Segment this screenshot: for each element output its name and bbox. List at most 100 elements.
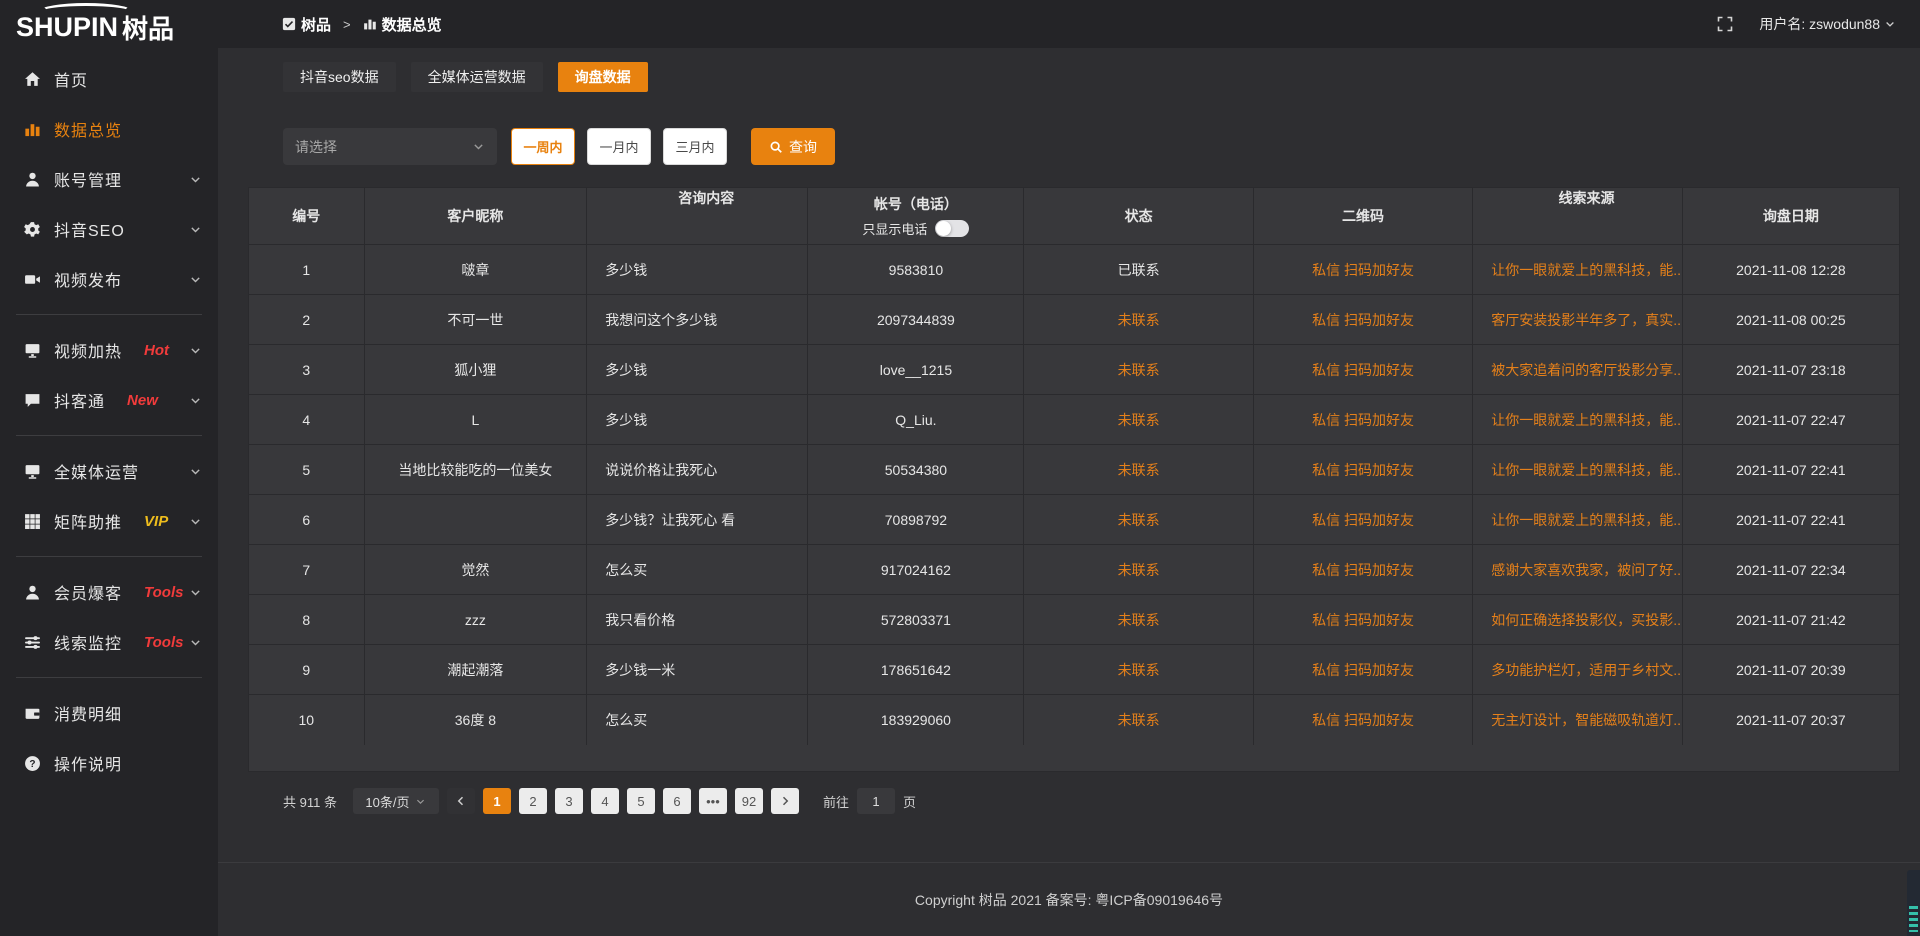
- account-value: 2097344839: [877, 312, 955, 328]
- lead-source-link[interactable]: 多功能护栏灯，适用于乡村文...: [1491, 660, 1683, 680]
- qrcode-action-links[interactable]: 私信 扫码加好友: [1312, 610, 1414, 630]
- account-value: 572803371: [881, 612, 951, 628]
- sidebar-item[interactable]: 账号管理: [0, 154, 218, 204]
- cell-qrcode: 私信 扫码加好友: [1254, 245, 1473, 294]
- sidebar-item[interactable]: 线索监控Tools: [0, 617, 218, 667]
- table-row: 1 啵章 多少钱 9583810 已联系 私信 扫码加好友 让你一眼就爱上的黑科…: [249, 245, 1899, 295]
- filter-select[interactable]: 请选择: [283, 128, 497, 165]
- sidebar-item[interactable]: 全媒体运营: [0, 446, 218, 496]
- lead-source-link[interactable]: 客厅安装投影半年多了，真实...: [1491, 310, 1683, 330]
- lead-source-link[interactable]: 让你一眼就爱上的黑科技，能...: [1491, 510, 1683, 530]
- lead-source-link[interactable]: 被大家追着问的客厅投影分享...: [1491, 360, 1683, 380]
- page-number-button[interactable]: 2: [519, 788, 547, 814]
- row-number: 1: [302, 262, 310, 278]
- page-number-button[interactable]: 3: [555, 788, 583, 814]
- customer-nickname: 36度 8: [455, 710, 496, 730]
- cell-date: 2021-11-07 23:18: [1683, 345, 1899, 394]
- sidebar-item[interactable]: 首页: [0, 54, 218, 104]
- tab-button[interactable]: 全媒体运营数据: [411, 62, 543, 92]
- page-number-buttons: 123456 ••• 92: [483, 788, 763, 814]
- phone-only-toggle[interactable]: [935, 220, 969, 237]
- sidebar-item-badge: VIP: [144, 513, 168, 530]
- cell-content: 多少钱: [587, 395, 808, 444]
- qrcode-action-links[interactable]: 私信 扫码加好友: [1312, 510, 1414, 530]
- date-range-button[interactable]: 一周内: [511, 128, 575, 165]
- customer-nickname: 觉然: [461, 560, 489, 580]
- page-number-button[interactable]: 1: [483, 788, 511, 814]
- breadcrumb-item-root[interactable]: 树品: [301, 14, 331, 35]
- inquiry-content: 多少钱: [605, 360, 647, 380]
- app-root: SHUPIN 树品 首页数据总览账号管理抖音SEO视频发布视频加热Hot抖客通N…: [0, 0, 1920, 936]
- floating-widget[interactable]: [1907, 870, 1920, 936]
- cell-date: 2021-11-08 00:25: [1683, 295, 1899, 344]
- status-text: 未联系: [1118, 560, 1160, 580]
- phone-toggle-label: 只显示电话: [862, 219, 927, 238]
- sidebar-item[interactable]: 视频发布: [0, 254, 218, 304]
- page-number-button[interactable]: 4: [591, 788, 619, 814]
- lead-source-link[interactable]: 无主灯设计，智能磁吸轨道灯...: [1491, 710, 1683, 730]
- chevron-down-icon: [189, 586, 202, 599]
- cell-status: 未联系: [1024, 545, 1253, 594]
- cell-status: 未联系: [1024, 645, 1253, 694]
- lead-source-link[interactable]: 让你一眼就爱上的黑科技，能...: [1491, 410, 1683, 430]
- account-value: 183929060: [881, 712, 951, 728]
- search-button[interactable]: 查询: [751, 128, 835, 165]
- sidebar-item[interactable]: 会员爆客Tools: [0, 567, 218, 617]
- sidebar-item[interactable]: 视频加热Hot: [0, 325, 218, 375]
- user-icon: [24, 171, 41, 188]
- sidebar-item[interactable]: 抖客通New: [0, 375, 218, 425]
- sidebar-item-label: 消费明细: [54, 701, 122, 725]
- cell-content: 怎么买: [587, 695, 808, 745]
- sidebar-divider: [16, 314, 202, 315]
- cell-qrcode: 私信 扫码加好友: [1254, 545, 1473, 594]
- sidebar-item[interactable]: 抖音SEO: [0, 204, 218, 254]
- jump-page-input[interactable]: [857, 788, 895, 814]
- lead-source-link[interactable]: 如何正确选择投影仪，买投影...: [1491, 610, 1683, 630]
- cell-status: 未联系: [1024, 495, 1253, 544]
- lead-source-link[interactable]: 让你一眼就爱上的黑科技，能...: [1491, 460, 1683, 480]
- sidebar-item[interactable]: 矩阵助推VIP: [0, 496, 218, 546]
- per-page-select[interactable]: 10条/页: [353, 788, 439, 814]
- user-menu[interactable]: 用户名: zswodun88: [1759, 14, 1896, 34]
- lead-source-link[interactable]: 让你一眼就爱上的黑科技，能...: [1491, 260, 1683, 280]
- cell-source: 让你一眼就爱上的黑科技，能...: [1473, 445, 1683, 494]
- sidebar-item[interactable]: 消费明细: [0, 688, 218, 738]
- qrcode-action-links[interactable]: 私信 扫码加好友: [1312, 560, 1414, 580]
- sidebar-item[interactable]: ?操作说明: [0, 738, 218, 788]
- lead-source-link[interactable]: 感谢大家喜欢我家，被问了好...: [1491, 560, 1683, 580]
- tab-button[interactable]: 抖音seo数据: [283, 62, 396, 92]
- inquiry-date: 2021-11-07 22:41: [1736, 512, 1846, 528]
- status-text: 未联系: [1118, 310, 1160, 330]
- qrcode-action-links[interactable]: 私信 扫码加好友: [1312, 660, 1414, 680]
- qrcode-action-links[interactable]: 私信 扫码加好友: [1312, 310, 1414, 330]
- prev-page-button[interactable]: [447, 788, 475, 814]
- next-page-button[interactable]: [771, 788, 799, 814]
- qrcode-action-links[interactable]: 私信 扫码加好友: [1312, 460, 1414, 480]
- cell-qrcode: 私信 扫码加好友: [1254, 495, 1473, 544]
- qrcode-action-links[interactable]: 私信 扫码加好友: [1312, 260, 1414, 280]
- gear-icon: [24, 221, 41, 238]
- cell-date: 2021-11-07 20:37: [1683, 695, 1899, 745]
- sidebar-item[interactable]: 数据总览: [0, 104, 218, 154]
- cell-no: 7: [249, 545, 365, 594]
- date-range-button[interactable]: 一月内: [587, 128, 651, 165]
- inquiry-date: 2021-11-08 12:28: [1736, 262, 1846, 278]
- tab-button[interactable]: 询盘数据: [558, 62, 648, 92]
- row-number: 10: [298, 712, 314, 728]
- page-number-button[interactable]: 5: [627, 788, 655, 814]
- qrcode-action-links[interactable]: 私信 扫码加好友: [1312, 410, 1414, 430]
- header-right: 用户名: zswodun88: [1717, 14, 1896, 34]
- status-text: 未联系: [1118, 410, 1160, 430]
- page-number-button[interactable]: 6: [663, 788, 691, 814]
- cell-date: 2021-11-07 22:41: [1683, 495, 1899, 544]
- date-range-button[interactable]: 三月内: [663, 128, 727, 165]
- fullscreen-icon[interactable]: [1717, 16, 1733, 32]
- qrcode-action-links[interactable]: 私信 扫码加好友: [1312, 710, 1414, 730]
- page-ellipsis-button[interactable]: •••: [699, 788, 727, 814]
- logo-text-cn: 树品: [122, 9, 174, 46]
- page-number-button[interactable]: 92: [735, 788, 763, 814]
- cell-source: 感谢大家喜欢我家，被问了好...: [1473, 545, 1683, 594]
- chevron-down-icon: [189, 344, 202, 357]
- cell-nickname: 当地比较能吃的一位美女: [365, 445, 588, 494]
- qrcode-action-links[interactable]: 私信 扫码加好友: [1312, 360, 1414, 380]
